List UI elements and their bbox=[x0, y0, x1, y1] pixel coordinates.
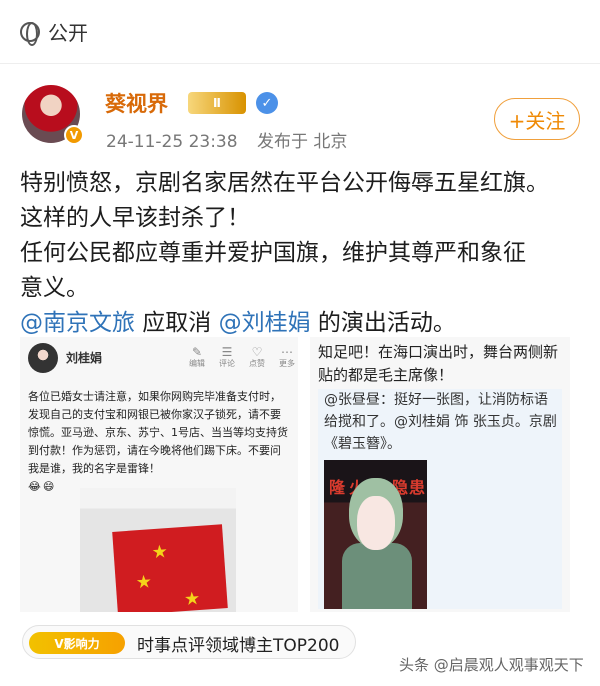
laugh-emoji-icon: 😄 bbox=[42, 480, 55, 493]
mention-liu-guijuan[interactable]: @刘桂娟 bbox=[219, 310, 311, 336]
post-date: 24-11-25 23:38 bbox=[106, 132, 238, 152]
mention-nanjing-tourism[interactable]: @南京文旅 bbox=[20, 310, 135, 336]
stage-word: 隆 bbox=[329, 478, 346, 497]
like-icon[interactable]: ♡ 点赞 bbox=[246, 345, 268, 369]
post-mid-text: 应取消 bbox=[135, 310, 219, 336]
laugh-emoji-icon: 😂 bbox=[28, 480, 41, 493]
quoted-post[interactable]: @张昼昼：挺好一张图，让消防标语给搅和了。@刘桂娟 饰 张玉贞。京剧《碧玉簪》。… bbox=[318, 389, 562, 609]
opera-costume bbox=[342, 543, 412, 609]
post-meta: 24-11-25 23:38 发布于 北京 bbox=[106, 127, 361, 152]
post-header: V 葵视界 Ⅱ ✓ 24-11-25 23:38 发布于 北京 +关注 bbox=[0, 80, 600, 152]
follow-button[interactable]: +关注 bbox=[494, 98, 580, 140]
flag-star-icon: ★ bbox=[135, 571, 153, 594]
influence-text: 时事点评领域博主TOP200 bbox=[137, 636, 340, 656]
author-name[interactable]: 葵视界 bbox=[105, 88, 168, 118]
post-line-5: @南京文旅 应取消 @刘桂娟 的演出活动。 bbox=[20, 306, 590, 341]
mini-post-text: 各位已婚女士请注意，如果你网购完毕准备支付时，发现自己的支付宝和网银已被你家汉子… bbox=[28, 388, 288, 496]
stage-word: 患 bbox=[409, 478, 426, 497]
flag-photo: ★ ★ ★ bbox=[80, 488, 236, 612]
post-line-2: 这样的人早该封杀了！ bbox=[20, 205, 250, 231]
post-line-3: 任何公民都应尊重并爱护国旗，维护其尊严和象征 bbox=[20, 240, 526, 266]
visibility-bar: 公开 bbox=[0, 0, 600, 64]
opera-stage-photo: 隆 火 隐 患 bbox=[324, 460, 427, 609]
post-location: 发布于 北京 bbox=[256, 132, 348, 152]
mini-avatar bbox=[28, 343, 58, 373]
blue-verified-icon: ✓ bbox=[256, 92, 278, 114]
edit-icon[interactable]: ✎ 编辑 bbox=[186, 345, 208, 369]
influence-logo: V影响力 bbox=[29, 632, 125, 654]
globe-icon bbox=[20, 21, 40, 46]
watermark: 头条 @启晨观人观事观天下 bbox=[399, 656, 584, 674]
left-screenshot-card[interactable]: 刘桂娟 ✎ 编辑 ☰ 评论 ♡ 点赞 ⋯ 更多 各位已婚女士请注意，如果你网购完毕准备支… bbox=[20, 337, 298, 612]
level-badge: Ⅱ bbox=[188, 92, 246, 114]
quoted-post-text: @张昼昼：挺好一张图，让消防标语给搅和了。@刘桂娟 饰 张玉贞。京剧《碧玉簪》。 bbox=[324, 392, 557, 452]
mini-actions: ✎ 编辑 ☰ 评论 ♡ 点赞 ⋯ 更多 bbox=[186, 345, 298, 369]
visibility-label: 公开 bbox=[48, 21, 88, 45]
red-flag-image: ★ ★ ★ bbox=[112, 524, 228, 612]
flag-star-icon: ★ bbox=[151, 541, 169, 564]
post-tail-text: 的演出活动。 bbox=[310, 310, 456, 336]
stage-word: 火 bbox=[349, 478, 366, 497]
post-line-1: 特别愤怒，京剧名家居然在平台公开侮辱五星红旗。 bbox=[20, 170, 549, 196]
influence-badge-bar[interactable]: V影响力 时事点评领域博主TOP200 bbox=[22, 625, 356, 659]
right-card-text: 知足吧！在海口演出时，舞台两侧新贴的都是毛主席像！ bbox=[318, 343, 559, 384]
verified-badge-icon: V bbox=[64, 125, 84, 145]
post-text: 特别愤怒，京剧名家居然在平台公开侮辱五星红旗。 这样的人早该封杀了！ 任何公民都… bbox=[20, 166, 590, 341]
comment-icon[interactable]: ☰ 评论 bbox=[216, 345, 238, 369]
post-line-4: 意义。 bbox=[20, 275, 89, 301]
flag-star-icon: ★ bbox=[183, 587, 201, 611]
stage-word: 隐 bbox=[392, 478, 409, 497]
opera-performer bbox=[357, 496, 395, 550]
more-icon[interactable]: ⋯ 更多 bbox=[276, 345, 298, 369]
right-screenshot-card[interactable]: 知足吧！在海口演出时，舞台两侧新贴的都是毛主席像！ @张昼昼：挺好一张图，让消防… bbox=[310, 337, 570, 612]
mini-author-name: 刘桂娟 bbox=[66, 351, 103, 365]
